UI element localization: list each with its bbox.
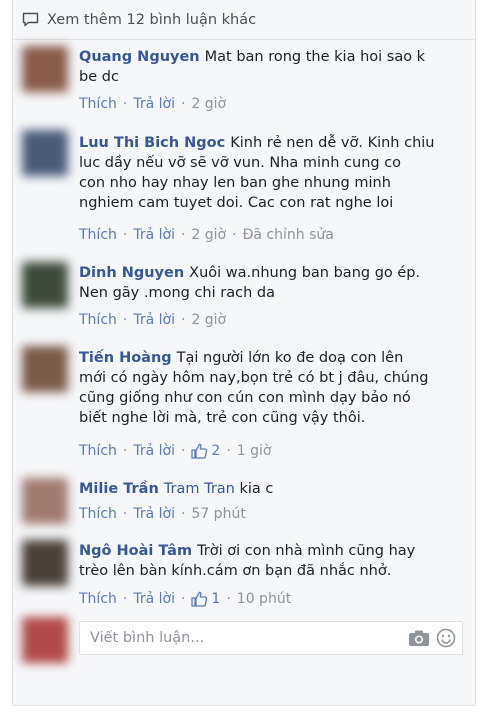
reaction-count[interactable]: 2 xyxy=(191,443,220,459)
comment-text-line: con nho hay nhay len ban ghe nhung minh xyxy=(79,175,391,191)
comment-bubble-icon xyxy=(22,12,39,27)
comment-text-line: biết nghe lời mà, trẻ con cũng vậy thôi. xyxy=(79,410,366,426)
separator: · xyxy=(180,506,186,522)
separator: · xyxy=(180,591,186,607)
comment-time[interactable]: 2 giờ xyxy=(191,227,226,243)
comment-body: Dinh Nguyen Xuôi wa.nhung ban bang go ép.… xyxy=(79,263,470,303)
separator: · xyxy=(226,443,231,459)
composer-avatar xyxy=(22,617,68,663)
comment-time[interactable]: 2 giờ xyxy=(191,96,226,112)
comment-author[interactable]: Luu Thi Bich Ngoc xyxy=(79,135,225,151)
comment-author[interactable]: Quang Nguyen xyxy=(79,49,200,65)
like-link[interactable]: Thích xyxy=(79,227,117,243)
comment-actions: Thích · Trả lời · 2 giờ xyxy=(79,312,226,328)
comment-text-line: be dc xyxy=(79,69,119,85)
edited-label[interactable]: Đã chỉnh sửa xyxy=(243,227,334,243)
separator: · xyxy=(122,443,128,459)
comment-actions: Thích · Trả lời · 2 giờ · Đã chỉnh sửa xyxy=(79,227,334,243)
comment-actions: Thích · Trả lời · 1 · 10 phút xyxy=(79,591,291,607)
separator: · xyxy=(180,443,186,459)
separator: · xyxy=(122,591,128,607)
separator: · xyxy=(180,312,186,328)
comment-text-line: kia c xyxy=(239,481,274,497)
camera-icon[interactable] xyxy=(408,629,430,647)
reply-link[interactable]: Trả lời xyxy=(133,227,175,243)
reply-link[interactable]: Trả lời xyxy=(133,591,175,607)
separator: · xyxy=(122,96,128,112)
reply-link[interactable]: Trả lời xyxy=(133,506,175,522)
reaction-count[interactable]: 1 xyxy=(191,591,220,607)
comment-body: Milie Trần Tram Tran kia c xyxy=(79,479,470,499)
like-link[interactable]: Thích xyxy=(79,312,117,328)
avatar[interactable] xyxy=(22,46,68,92)
separator: · xyxy=(122,506,128,522)
comment-author[interactable]: Dinh Nguyen xyxy=(79,265,184,281)
avatar[interactable] xyxy=(22,478,68,524)
comment-body: Tiến Hoàng Tại người lớn ko đe doạ con lê… xyxy=(79,348,470,428)
separator: · xyxy=(180,96,186,112)
comment-text-line: mới có ngày hôm nay,bọn trẻ có bt j đâu,… xyxy=(79,370,429,386)
comment-text-line: Xuôi wa.nhung ban bang go ép. xyxy=(189,265,421,281)
reply-link[interactable]: Trả lời xyxy=(133,312,175,328)
mention-link[interactable]: Tram Tran xyxy=(164,481,235,497)
comment-text-line: Mat ban rong the kia hoi sao k xyxy=(204,49,426,65)
separator: · xyxy=(122,312,128,328)
reply-link[interactable]: Trả lời xyxy=(133,443,175,459)
comment-composer xyxy=(79,621,463,655)
view-more-label: Xem thêm 12 bình luận khác xyxy=(47,11,257,28)
emoji-icon[interactable] xyxy=(436,628,456,648)
comment-time[interactable]: 10 phút xyxy=(237,591,291,607)
comment-text-line: Tại người lớn ko đe doạ con lên xyxy=(176,350,404,366)
comment-actions: Thích · Trả lời · 57 phút xyxy=(79,506,246,522)
view-more-comments-link[interactable]: Xem thêm 12 bình luận khác xyxy=(12,0,476,40)
like-link[interactable]: Thích xyxy=(79,506,117,522)
comment-text-line: Kinh rẻ nen dễ vỡ. Kinh chiu xyxy=(230,135,435,151)
avatar[interactable] xyxy=(22,262,68,308)
separator: · xyxy=(180,227,186,243)
like-link[interactable]: Thích xyxy=(79,443,117,459)
separator: · xyxy=(122,227,128,243)
reply-link[interactable]: Trả lời xyxy=(133,96,175,112)
comment-text-line: Trời ơi con nhà mình cũng hay xyxy=(197,543,416,559)
comment-author[interactable]: Milie Trần xyxy=(79,481,159,497)
thumbs-up-icon xyxy=(191,591,208,607)
separator: · xyxy=(226,591,231,607)
comment-time[interactable]: 2 giờ xyxy=(191,312,226,328)
like-link[interactable]: Thích xyxy=(79,591,117,607)
comment-input[interactable] xyxy=(80,622,390,654)
comment-text-line: trèo lên bàn kính.cám ơn bạn đã nhắc nhở… xyxy=(79,563,392,579)
reaction-count-value: 2 xyxy=(211,443,221,459)
avatar[interactable] xyxy=(22,540,68,586)
comment-author[interactable]: Tiến Hoàng xyxy=(79,350,172,366)
comment-text-line: Nen gãy .mong chi rach da xyxy=(79,285,275,301)
like-link[interactable]: Thích xyxy=(79,96,117,112)
comment-time[interactable]: 1 giờ xyxy=(237,443,272,459)
comment-text-line: nghiem cam tuyet doi. Cac con rat nghe l… xyxy=(79,195,394,211)
comment-actions: Thích · Trả lời · 2 · 1 giờ xyxy=(79,443,272,459)
comment-body: Ngô Hoài Tâm Trời ơi con nhà mình cũng ha… xyxy=(79,541,470,581)
thumbs-up-icon xyxy=(191,443,208,459)
comment-text-line: luc dầy nếu vỡ sẽ vỡ vun. Nha minh cung … xyxy=(79,155,402,171)
comment-actions: Thích · Trả lời · 2 giờ xyxy=(79,96,226,112)
comment-author[interactable]: Ngô Hoài Tâm xyxy=(79,543,192,559)
avatar[interactable] xyxy=(22,346,68,392)
comment-time[interactable]: 57 phút xyxy=(191,506,245,522)
separator: · xyxy=(232,227,237,243)
comment-body: Quang Nguyen Mat ban rong the kia hoi sao… xyxy=(79,47,470,87)
comment-body: Luu Thi Bich Ngoc Kinh rẻ nen dễ vỡ. Kinh… xyxy=(79,133,470,213)
reaction-count-value: 1 xyxy=(211,591,221,607)
comment-text-line: cũng giống như con cún con mình dạy bảo … xyxy=(79,390,411,406)
avatar[interactable] xyxy=(22,130,68,176)
